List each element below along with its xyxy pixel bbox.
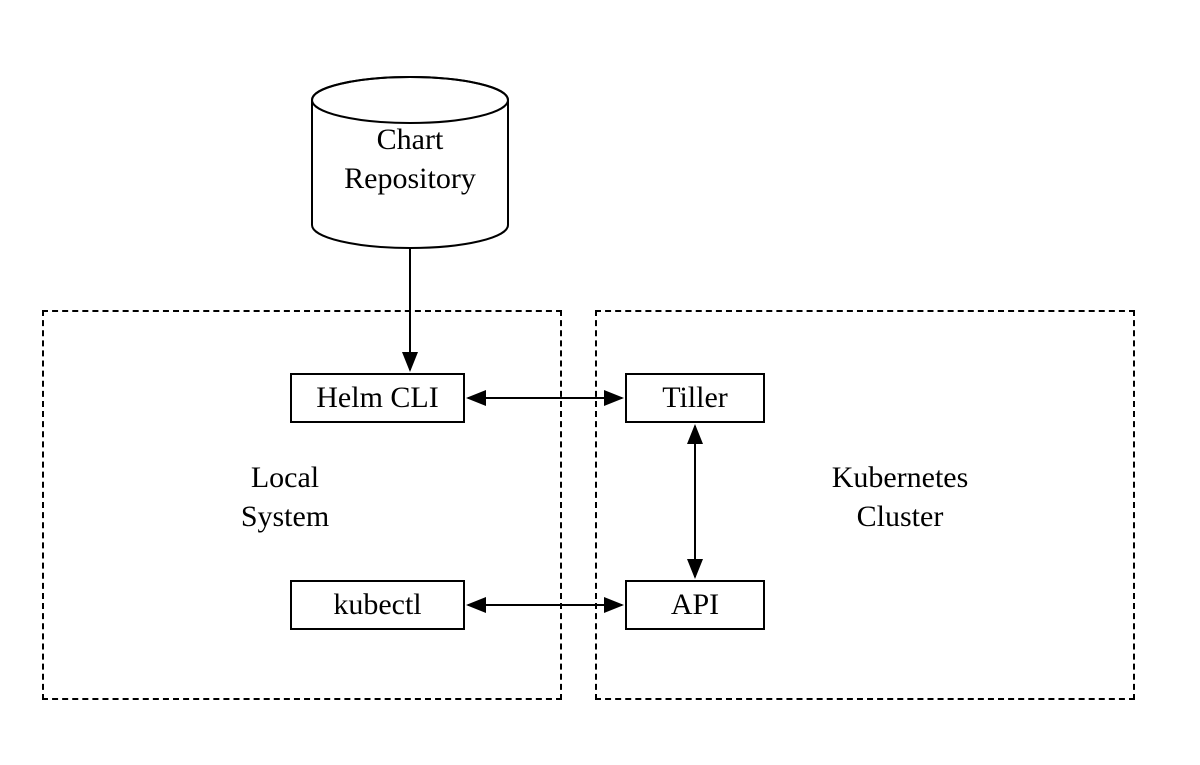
local-line2: System (241, 500, 329, 533)
kubectl-label: kubectl (333, 588, 421, 622)
k8s-line2: Cluster (857, 500, 944, 533)
chart-repository-label: Chart Repository (310, 120, 510, 198)
chart-repo-line1: Chart (377, 123, 444, 156)
chart-repo-line2: Repository (344, 162, 476, 195)
local-line1: Local (251, 461, 319, 494)
helm-cli-node: Helm CLI (290, 373, 465, 423)
k8s-line1: Kubernetes (832, 461, 969, 494)
local-system-label: Local System (225, 458, 345, 536)
tiller-node: Tiller (625, 373, 765, 423)
kubernetes-cluster-label: Kubernetes Cluster (800, 458, 1000, 536)
tiller-label: Tiller (662, 381, 728, 415)
api-label: API (671, 588, 719, 622)
architecture-diagram: Chart Repository Local System Kubernetes… (0, 0, 1200, 765)
kubectl-node: kubectl (290, 580, 465, 630)
helm-cli-label: Helm CLI (316, 381, 438, 415)
api-node: API (625, 580, 765, 630)
